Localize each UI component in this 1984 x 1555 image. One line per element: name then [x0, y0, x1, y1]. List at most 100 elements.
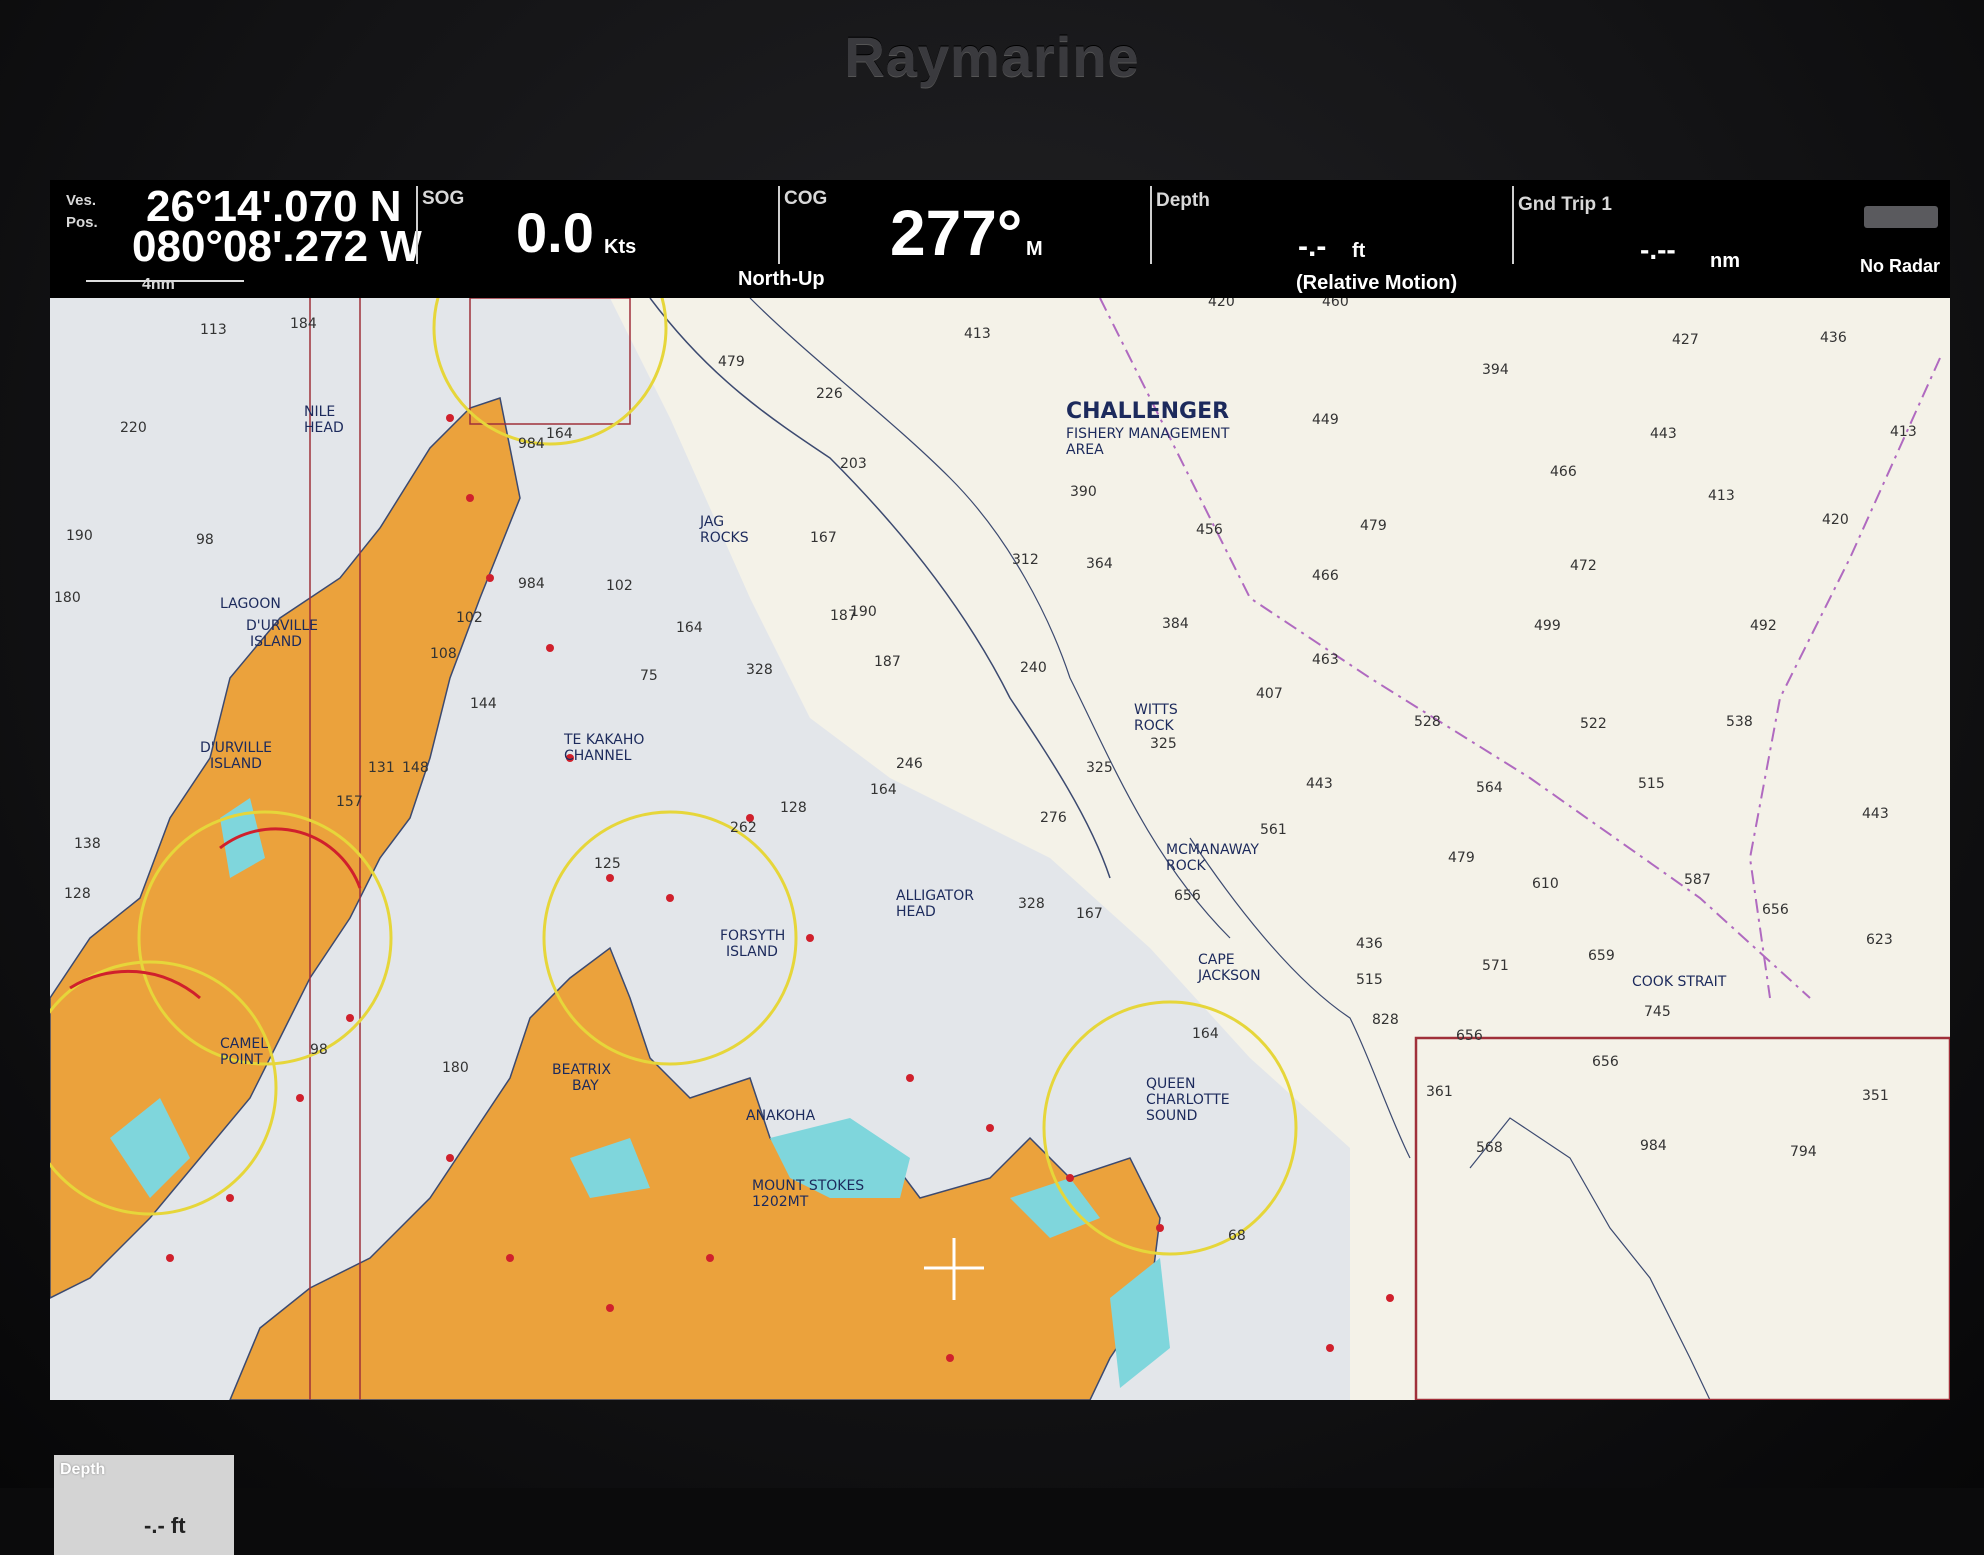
place-name: FORSYTH: [720, 928, 785, 944]
sounding: 443: [1650, 426, 1677, 442]
sounding: 128: [64, 886, 91, 902]
place-name: POINT: [220, 1052, 263, 1068]
sounding: 561: [1260, 822, 1287, 838]
place-name: AREA: [1066, 442, 1104, 458]
sounding: 203: [840, 456, 867, 472]
place-name: MCMANAWAY: [1166, 842, 1259, 858]
sounding: 828: [1372, 1012, 1399, 1028]
sounding: 436: [1356, 936, 1383, 952]
sounding: 522: [1580, 716, 1607, 732]
trip-cell[interactable]: Gnd Trip 1 -.-- nm: [1514, 180, 1894, 298]
depth-unit: ft: [1352, 240, 1366, 262]
sounding: 460: [1322, 298, 1349, 310]
place-name: ANAKOHA: [746, 1108, 816, 1124]
sounding: 568: [1476, 1140, 1503, 1156]
sounding: 479: [718, 354, 745, 370]
sounding: 466: [1550, 464, 1577, 480]
cog-unit: M: [1026, 238, 1043, 260]
sounding: 623: [1866, 932, 1893, 948]
depth-value: -.-: [1298, 230, 1327, 263]
sounding: 240: [1020, 660, 1047, 676]
place-name: WITTS: [1134, 702, 1178, 718]
sounding: 262: [730, 820, 757, 836]
sounding: 610: [1532, 876, 1559, 892]
sounding: 113: [200, 322, 227, 338]
sounding: 102: [456, 610, 483, 626]
sounding: 659: [1588, 948, 1615, 964]
sounding: 420: [1822, 512, 1849, 528]
place-name: ROCK: [1166, 858, 1207, 874]
sounding: 125: [594, 856, 621, 872]
sounding: 180: [442, 1060, 469, 1076]
sounding: 164: [546, 426, 573, 442]
sounding: 167: [810, 530, 837, 546]
depth-overlay[interactable]: Depth -.- ft: [54, 1455, 234, 1555]
sounding: 187: [874, 654, 901, 670]
nautical-chart[interactable]: CHALLENGER FISHERY MANAGEMENT AREA NILE …: [22, 210, 1952, 1402]
place-name: ROCK: [1134, 718, 1175, 734]
sounding: 184: [290, 316, 317, 332]
sounding: 984: [1640, 1138, 1667, 1154]
chart-orientation[interactable]: North-Up: [738, 268, 825, 291]
sounding: 246: [896, 756, 923, 772]
sounding: 128: [780, 800, 807, 816]
place-name: MOUNT STOKES: [752, 1178, 864, 1194]
sounding: 456: [1196, 522, 1223, 538]
chartplotter-screen: Ves. Pos. 26°14'.070 N 080°08'.272 W 4nm…: [22, 180, 1952, 1555]
place-name: D'URVILLE: [246, 618, 318, 634]
sounding: 325: [1150, 736, 1177, 752]
place-name: LAGOON: [220, 596, 281, 612]
place-name: CHALLENGER: [1066, 399, 1229, 424]
sounding: 479: [1360, 518, 1387, 534]
sounding: 220: [120, 420, 147, 436]
depth-cell[interactable]: Depth -.- ft (Relative Motion): [1152, 180, 1552, 298]
place-name: TE KAKAHO: [563, 732, 644, 748]
sounding: 564: [1476, 780, 1503, 796]
sounding: 190: [66, 528, 93, 544]
sounding: 325: [1086, 760, 1113, 776]
sounding: 226: [816, 386, 843, 402]
position-label: Pos.: [66, 214, 98, 231]
place-name: HEAD: [896, 904, 936, 920]
sounding: 413: [1708, 488, 1735, 504]
place-name: BEATRIX: [552, 1062, 611, 1078]
chart-canvas[interactable]: CHALLENGER FISHERY MANAGEMENT AREA NILE …: [22, 210, 1952, 1402]
sog-unit: Kts: [604, 236, 637, 258]
depth-overlay-value: -.- ft: [144, 1513, 186, 1538]
vessel-label: Ves.: [66, 192, 97, 209]
sounding: 407: [1256, 686, 1283, 702]
position-cell[interactable]: Ves. Pos. 26°14'.070 N 080°08'.272 W 4nm: [50, 180, 422, 298]
sounding: 364: [1086, 556, 1113, 572]
sounding: 164: [870, 782, 897, 798]
sounding: 148: [402, 760, 429, 776]
place-name: JAG: [699, 514, 724, 530]
depth-overlay-label: Depth: [60, 1461, 106, 1478]
cog-cell[interactable]: COG 277° M North-Up: [738, 180, 1150, 298]
sounding: 984: [518, 436, 545, 452]
sounding: 328: [746, 662, 773, 678]
place-name: ROCKS: [700, 530, 749, 546]
longitude-value: 080°08'.272 W: [132, 222, 422, 271]
sounding: 413: [964, 326, 991, 342]
sounding: 745: [1644, 1004, 1671, 1020]
sounding: 492: [1750, 618, 1777, 634]
sounding: 384: [1162, 616, 1189, 632]
place-name: FISHERY MANAGEMENT: [1066, 426, 1230, 442]
cog-label: COG: [784, 188, 828, 209]
sounding: 479: [1448, 850, 1475, 866]
sounding: 190: [850, 604, 877, 620]
place-name: CAMEL: [220, 1036, 268, 1052]
sounding: 312: [1012, 552, 1039, 568]
sounding: 138: [74, 836, 101, 852]
radar-status[interactable]: No Radar: [1860, 256, 1940, 277]
place-name: SOUND: [1146, 1108, 1197, 1124]
sog-label: SOG: [422, 188, 465, 209]
motion-mode[interactable]: (Relative Motion): [1296, 272, 1457, 295]
sounding: 656: [1456, 1028, 1483, 1044]
sounding: 180: [54, 590, 81, 606]
scale-label: 4nm: [142, 276, 175, 293]
sounding: 538: [1726, 714, 1753, 730]
sounding: 108: [430, 646, 457, 662]
sounding: 449: [1312, 412, 1339, 428]
place-name: ALLIGATOR: [896, 888, 974, 904]
